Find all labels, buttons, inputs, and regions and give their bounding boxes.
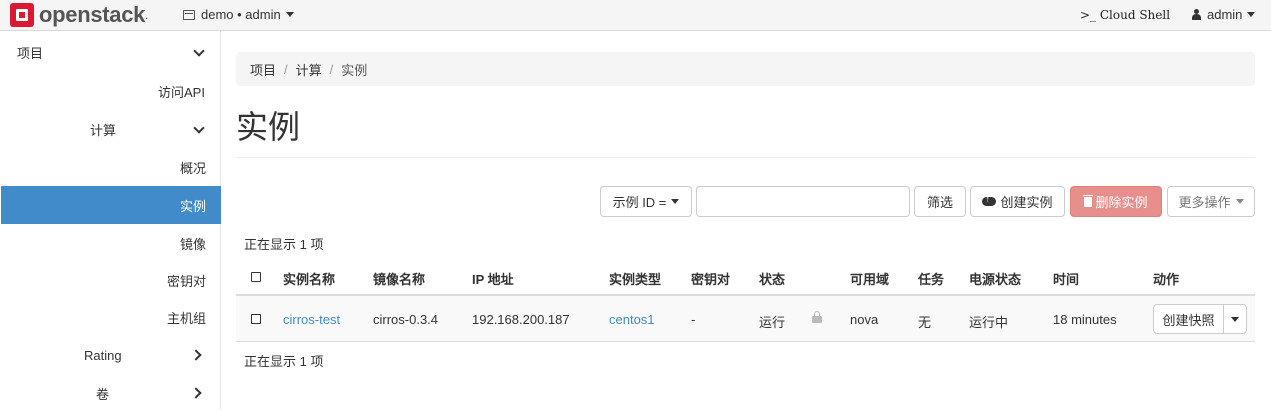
delete-instances-button[interactable]: 删除实例 [1070, 186, 1162, 217]
row-actions-dropdown[interactable] [1223, 304, 1247, 334]
create-instance-label: 创建实例 [1000, 195, 1053, 210]
chevron-right-icon [190, 387, 202, 399]
chevron-down-icon [193, 45, 205, 57]
select-all-checkbox[interactable] [251, 272, 261, 282]
sidebar-item-key-pairs[interactable]: 密钥对 [167, 261, 206, 299]
sidebar-item-label: 镜像 [180, 236, 207, 252]
sidebar-item-label: 概况 [180, 160, 207, 176]
sidebar-item-server-groups[interactable]: 主机组 [167, 298, 206, 336]
more-actions-button[interactable]: 更多操作 [1167, 186, 1255, 217]
openstack-logo-icon [10, 3, 34, 27]
breadcrumb-separator: / [329, 61, 334, 77]
sidebar-item-volumes[interactable]: 卷 [96, 374, 109, 412]
delete-instances-label: 删除实例 [1095, 195, 1148, 210]
cloud-upload-icon [982, 194, 997, 206]
cell-power: 运行中 [969, 315, 1009, 330]
create-instance-button[interactable]: 创建实例 [970, 186, 1065, 217]
cell-status: 运行 [759, 315, 786, 330]
divider [236, 157, 1255, 158]
column-header-status[interactable]: 状态 [759, 269, 785, 288]
cell-key-pair: - [691, 312, 696, 327]
sidebar-item-label: 实例 [179, 198, 206, 214]
chevron-down-icon [285, 12, 294, 17]
cell-az: nova [850, 312, 879, 327]
breadcrumb-item[interactable]: 项目 [250, 60, 276, 79]
chevron-down-icon [671, 199, 680, 204]
sidebar-item-rating[interactable]: Rating [84, 336, 122, 374]
sidebar-item-instances[interactable]: 实例 [1, 186, 221, 224]
user-menu[interactable]: admin [1192, 7, 1256, 22]
cell-ip: 192.168.200.187 [472, 312, 570, 327]
sidebar-item-label: 项目 [17, 45, 44, 61]
filter-button-label: 筛选 [926, 195, 953, 210]
cell-task: 无 [918, 315, 932, 330]
chevron-down-icon [1247, 12, 1256, 17]
instance-name-link[interactable]: cirros-test [283, 312, 340, 327]
sidebar-item-access-api[interactable]: 访问API [158, 72, 205, 110]
breadcrumb-current: 实例 [341, 62, 368, 78]
breadcrumb-separator: / [284, 61, 288, 77]
project-icon [183, 9, 195, 20]
chevron-down-icon [193, 122, 205, 134]
sidebar-item-label: 密钥对 [167, 273, 207, 289]
sidebar: 项目 访问API 计算 概况 实例 镜像 密钥对 主机组 Rating 卷 [0, 31, 221, 409]
flavor-link[interactable]: centos1 [609, 312, 655, 327]
breadcrumb-item[interactable]: 计算 [296, 60, 322, 79]
cloud-shell-link[interactable]: >_ Cloud Shell [1080, 8, 1170, 22]
column-header-task[interactable]: 任务 [918, 269, 944, 288]
trash-icon [1083, 194, 1094, 207]
breadcrumb: 项目 / 计算 / 实例 [236, 52, 1255, 86]
sidebar-item-label: 计算 [90, 122, 117, 138]
sidebar-item-label: 卷 [96, 386, 110, 402]
chevron-down-icon [1235, 199, 1244, 204]
filter-field-select[interactable]: 示例 ID = [600, 186, 692, 217]
user-icon [1192, 9, 1201, 20]
filter-field-label: 示例 ID = [612, 195, 667, 210]
sidebar-item-label: Rating [84, 347, 122, 363]
column-header-name[interactable]: 实例名称 [283, 269, 335, 288]
sidebar-item-project[interactable]: 项目 [17, 33, 43, 71]
logo-dot: . [145, 8, 149, 22]
column-header-power[interactable]: 电源状态 [969, 269, 1021, 288]
sidebar-item-label: 访问API [158, 84, 205, 100]
project-selector[interactable]: demo • admin [183, 7, 294, 22]
cell-age: 18 minutes [1053, 312, 1117, 327]
sidebar-item-compute[interactable]: 计算 [90, 110, 116, 148]
item-count-bottom: 正在显示 1 项 [244, 354, 324, 369]
chevron-right-icon [190, 349, 202, 361]
filter-input[interactable] [696, 186, 910, 217]
column-header-age[interactable]: 时间 [1053, 269, 1079, 288]
openstack-logo[interactable]: openstack . [10, 2, 149, 27]
page-title: 实例 [236, 109, 301, 145]
column-header-ip[interactable]: IP 地址 [472, 269, 514, 288]
column-header-actions: 动作 [1153, 272, 1180, 287]
sidebar-item-overview[interactable]: 概况 [180, 148, 206, 186]
project-selector-label: demo • admin [201, 7, 281, 22]
sidebar-item-images[interactable]: 镜像 [180, 224, 206, 262]
more-actions-label: 更多操作 [1178, 195, 1231, 210]
column-header-flavor[interactable]: 实例类型 [609, 269, 661, 288]
column-header-key-pair[interactable]: 密钥对 [691, 269, 730, 288]
row-checkbox[interactable] [251, 314, 261, 324]
sidebar-item-label: 主机组 [167, 310, 207, 326]
filter-button[interactable]: 筛选 [914, 186, 966, 217]
top-navbar: openstack . demo • admin >_ Cloud Shell … [0, 0, 1271, 31]
create-snapshot-button[interactable]: 创建快照 [1153, 304, 1224, 334]
unlock-icon[interactable] [812, 311, 822, 323]
cell-image: cirros-0.3.4 [373, 312, 439, 327]
user-name: admin [1207, 7, 1243, 22]
column-header-image[interactable]: 镜像名称 [373, 269, 425, 288]
column-header-az[interactable]: 可用域 [850, 269, 889, 288]
chevron-down-icon [1231, 316, 1239, 322]
item-count-top: 正在显示 1 项 [244, 237, 324, 252]
create-snapshot-label: 创建快照 [1162, 312, 1215, 328]
logo-text: openstack [39, 2, 146, 27]
